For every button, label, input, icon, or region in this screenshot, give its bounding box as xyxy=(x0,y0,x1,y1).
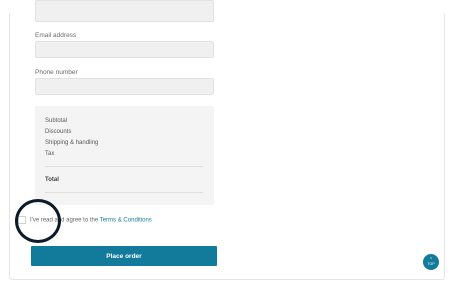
summary-divider xyxy=(45,166,203,167)
scroll-to-top-button[interactable]: ⌃ TOP xyxy=(423,254,439,270)
place-order-button[interactable]: Place order xyxy=(31,246,217,266)
discounts-label: Discounts xyxy=(45,129,72,135)
email-label: Email address xyxy=(35,32,77,39)
highlight-ring xyxy=(15,199,61,243)
total-label: Total xyxy=(45,177,59,183)
top-label: TOP xyxy=(427,261,435,266)
subtotal-label: Subtotal xyxy=(45,118,68,124)
previous-field-input[interactable] xyxy=(35,0,214,22)
tax-label: Tax xyxy=(45,151,55,157)
email-field[interactable] xyxy=(35,41,214,58)
phone-label: Phone number xyxy=(35,69,78,76)
order-summary: Subtotal Discounts Shipping & handling T… xyxy=(35,106,214,205)
terms-link[interactable]: Terms & Conditions xyxy=(100,218,152,224)
shipping-label: Shipping & handling xyxy=(45,140,99,146)
summary-divider-bottom xyxy=(45,192,203,193)
phone-field[interactable] xyxy=(35,78,214,95)
